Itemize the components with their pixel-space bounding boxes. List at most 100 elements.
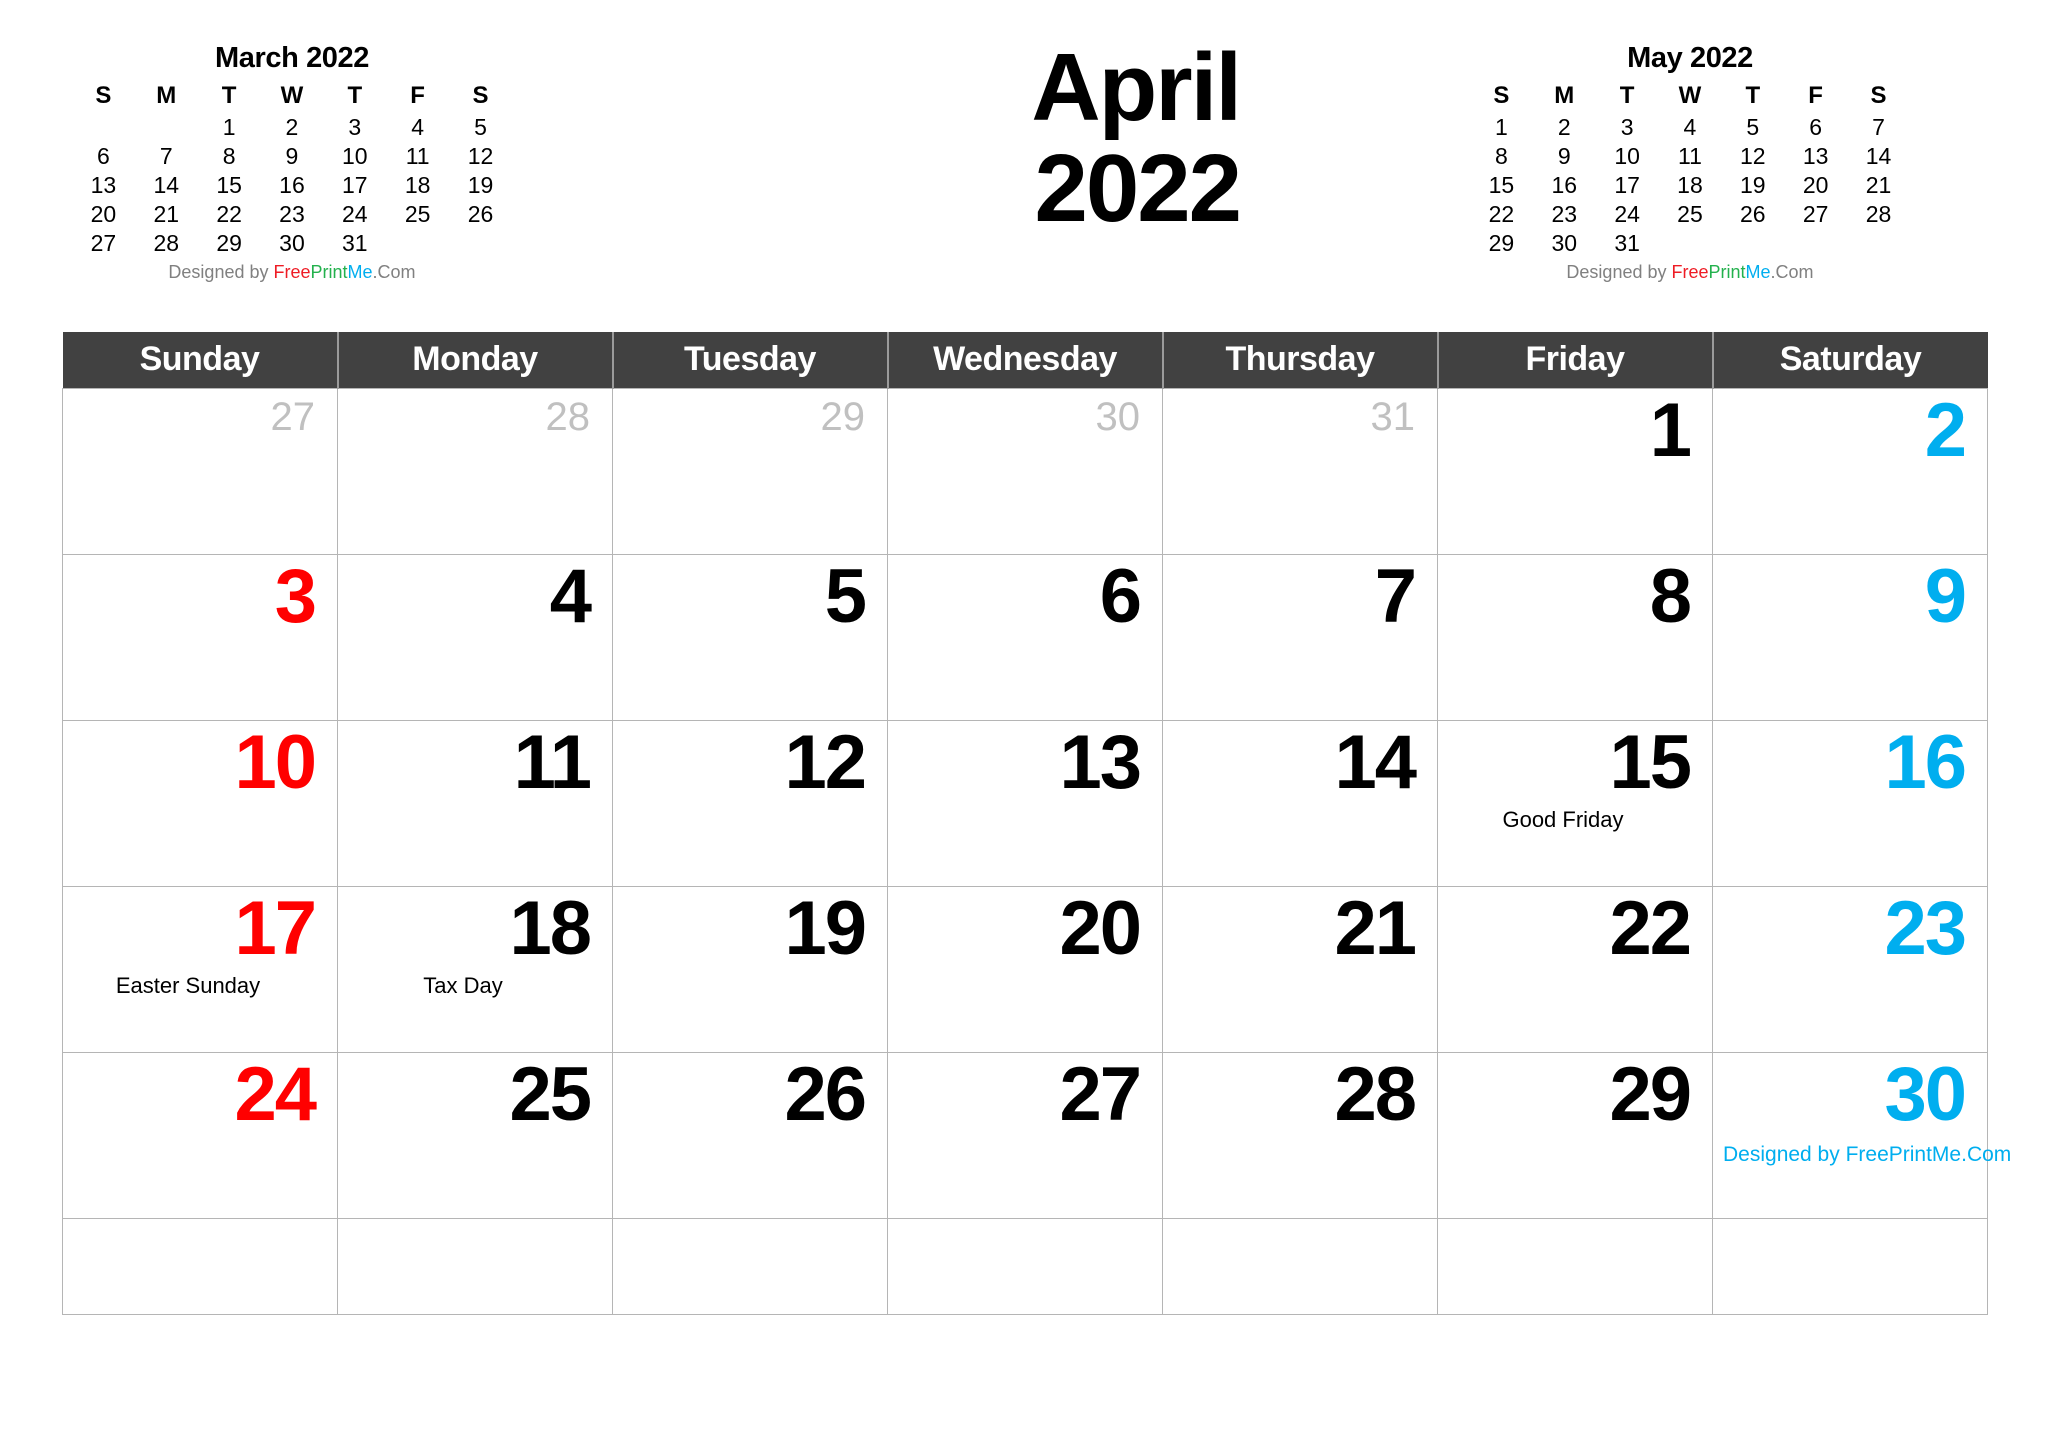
weekday-header-saturday: Saturday (1711, 332, 1988, 388)
day-cell-12[interactable]: 12 (612, 719, 888, 887)
day-cell-15[interactable]: 15 Good Friday (1437, 719, 1713, 887)
mini-prev-day-empty (449, 229, 512, 258)
mini-next-day-29: 29 (1488, 230, 1515, 256)
weekday-header-wednesday: Wednesday (886, 332, 1164, 388)
day-number-26: 26 (784, 1051, 867, 1137)
title-year: 2022 (1034, 135, 1242, 243)
mini-prev-day-17: 17 (342, 172, 368, 198)
mini-next-day-27: 27 (1802, 201, 1829, 227)
day-cell-25[interactable]: 25 (337, 1051, 613, 1219)
day-cell-10[interactable]: 10 (62, 719, 338, 887)
mini-prev-day-15: 15 (216, 172, 242, 198)
day-cell-empty[interactable] (337, 1217, 613, 1315)
mini-next-day-30: 30 (1551, 230, 1578, 256)
day-cell-23[interactable]: 23 (1712, 885, 1988, 1053)
day-cell-3[interactable]: 3 (62, 553, 338, 721)
mini-next-week-row: 15 16 17 18 19 20 21 (1470, 171, 1910, 200)
mini-next-weekday-2: T (1619, 82, 1635, 109)
holiday-label-15: Good Friday (1502, 806, 1624, 832)
day-cell-18[interactable]: 18 Tax Day (337, 885, 613, 1053)
mini-prev-day-16: 16 (279, 172, 305, 198)
mini-prev-day-7: 7 (159, 143, 173, 169)
day-cell-11[interactable]: 11 (337, 719, 613, 887)
day-cell-5[interactable]: 5 (612, 553, 888, 721)
day-number-20: 20 (1059, 885, 1142, 971)
day-cell-7[interactable]: 7 (1162, 553, 1438, 721)
mini-next-day-20: 20 (1802, 172, 1829, 198)
day-cell-24[interactable]: 24 (62, 1051, 338, 1219)
day-number-15: 15 (1609, 719, 1692, 805)
day-cell-31[interactable]: 31 (1162, 387, 1438, 555)
day-cell-empty[interactable] (1437, 1217, 1713, 1315)
day-cell-30[interactable]: 30 (887, 387, 1163, 555)
day-number-19: 19 (784, 885, 867, 971)
day-number-21: 21 (1334, 885, 1417, 971)
mini-prev-day-4: 4 (411, 114, 425, 140)
mini-next-week-row: 22 23 24 25 26 27 28 (1470, 200, 1910, 229)
day-number-11: 11 (513, 719, 592, 805)
day-cell-empty[interactable] (887, 1217, 1163, 1315)
day-cell-28[interactable]: 28 (337, 387, 613, 555)
mini-next-week-row: 29 30 31 (1470, 229, 1910, 258)
calendar-week-row: 10 11 12 13 14 15 Good Friday 16 (62, 719, 1988, 887)
mini-next-day-31: 31 (1614, 230, 1640, 256)
day-number-28: 28 (545, 394, 591, 439)
calendar-week-row (62, 1217, 1988, 1315)
mini-next-day-empty (1721, 229, 1784, 258)
day-cell-30[interactable]: 30 Designed by FreePrintMe.Com (1712, 1051, 2011, 1219)
weekday-header-tuesday: Tuesday (611, 332, 889, 388)
day-cell-19[interactable]: 19 (612, 885, 888, 1053)
mini-next-day-7: 7 (1872, 114, 1885, 140)
day-cell-6[interactable]: 6 (887, 553, 1163, 721)
day-cell-13[interactable]: 13 (887, 719, 1163, 887)
credit-dotcom: .Com (372, 262, 416, 282)
mini-prev-weekday-4: T (347, 82, 363, 109)
grid-credit-link[interactable]: Designed by FreePrintMe.Com (1723, 1143, 2011, 1167)
day-cell-22[interactable]: 22 (1437, 885, 1713, 1053)
mini-prev-day-25: 25 (404, 201, 431, 227)
day-cell-9[interactable]: 9 (1712, 553, 1988, 721)
mini-next-weekday-0: S (1493, 82, 1510, 109)
mini-calendar-previous-month: March 2022 SMTWTFS 1 2 3 4 5 6 7 8 9 10 11 12 13 14 15… (72, 42, 512, 283)
day-cell-empty[interactable] (612, 1217, 888, 1315)
day-number-24: 24 (234, 1051, 317, 1137)
mini-next-day-21: 21 (1865, 172, 1892, 198)
day-cell-29[interactable]: 29 (612, 387, 888, 555)
day-cell-27[interactable]: 27 (887, 1051, 1163, 1219)
day-cell-29[interactable]: 29 (1437, 1051, 1713, 1219)
day-number-16: 16 (1884, 719, 1967, 805)
day-cell-20[interactable]: 20 (887, 885, 1163, 1053)
mini-weekday-row: SMTWTFS (72, 81, 512, 113)
day-cell-8[interactable]: 8 (1437, 553, 1713, 721)
day-cell-empty[interactable] (1162, 1217, 1438, 1315)
day-cell-16[interactable]: 16 (1712, 719, 1988, 887)
weekday-header-monday: Monday (336, 332, 614, 388)
mini-prev-week-row: 20 21 22 23 24 25 26 (72, 200, 512, 229)
mini-next-day-11: 11 (1678, 143, 1702, 169)
calendar-week-row: 3 4 5 6 7 8 9 (62, 553, 1988, 721)
day-cell-2[interactable]: 2 (1712, 387, 1988, 555)
mini-prev-day-28: 28 (153, 230, 180, 256)
mini-next-day-23: 23 (1551, 201, 1578, 227)
day-cell-1[interactable]: 1 (1437, 387, 1713, 555)
mini-prev-day-29: 29 (216, 230, 242, 256)
mini-prev-day-31: 31 (342, 230, 368, 256)
mini-next-day-13: 13 (1802, 143, 1829, 169)
day-cell-27[interactable]: 27 (62, 387, 338, 555)
day-cell-21[interactable]: 21 (1162, 885, 1438, 1053)
mini-prev-day-empty (72, 113, 135, 142)
day-cell-14[interactable]: 14 (1162, 719, 1438, 887)
day-cell-empty[interactable] (62, 1217, 338, 1315)
mini-next-day-25: 25 (1677, 201, 1703, 227)
day-number-17: 17 (234, 885, 317, 971)
day-cell-empty[interactable] (1712, 1217, 1988, 1315)
day-cell-17[interactable]: 17 Easter Sunday (62, 885, 338, 1053)
day-number-31: 31 (1370, 394, 1416, 439)
day-cell-4[interactable]: 4 (337, 553, 613, 721)
day-cell-28[interactable]: 28 (1162, 1051, 1438, 1219)
weekday-header-friday: Friday (1436, 332, 1714, 388)
month-grid-wrapper: Sunday Monday Tuesday Wednesday Thursday Frid… (62, 332, 2011, 1315)
day-cell-26[interactable]: 26 (612, 1051, 888, 1219)
mini-prev-weekday-6: S (472, 82, 489, 109)
day-number-14: 14 (1334, 719, 1417, 805)
